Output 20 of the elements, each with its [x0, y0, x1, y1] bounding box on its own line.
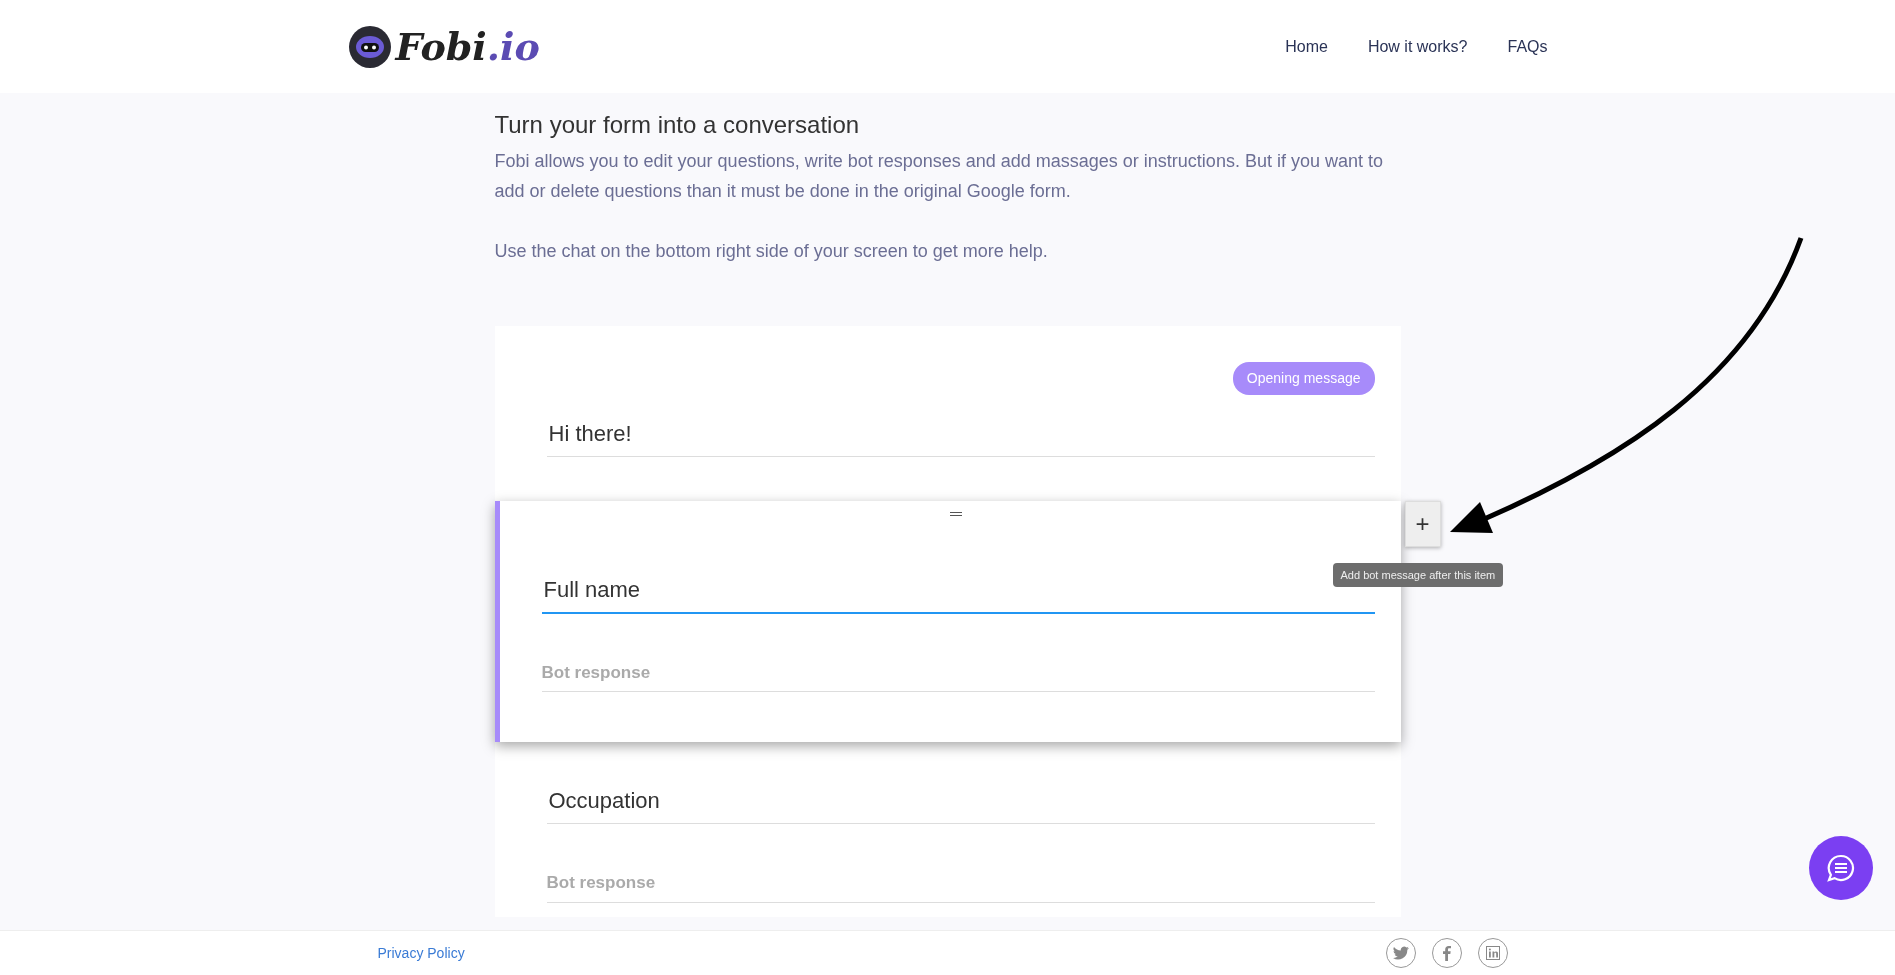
bot-response-input[interactable]: Bot response [546, 864, 1375, 903]
logo-text[interactable]: Fobi.io [395, 27, 540, 66]
nav-link[interactable]: FAQs [1507, 34, 1548, 59]
nav-link[interactable]: Home [1285, 34, 1328, 59]
intro-paragraph: Use the chat on the bottom right side of your screen to get more help. [494, 239, 1049, 263]
page-title: Turn your form into a conversation [494, 111, 861, 140]
drag-handle-icon[interactable] [950, 510, 962, 517]
form-item-card[interactable]: Occupation Bot response [494, 742, 1401, 917]
message-input[interactable]: Hi there! [546, 410, 1375, 457]
nav-link[interactable]: How it works? [1367, 34, 1468, 59]
form-item-card[interactable]: Opening message Hi there! [494, 325, 1401, 501]
add-button[interactable]: + [1404, 500, 1441, 547]
bot-response-input[interactable]: Bot response [541, 653, 1375, 693]
privacy-policy-link[interactable]: Privacy Policy [377, 942, 465, 964]
chat-icon [1826, 853, 1856, 883]
logo-icon [347, 24, 392, 69]
question-input[interactable]: Occupation [546, 778, 1375, 825]
intro-paragraph: Fobi allows you to edit your questions, write bot responses and add massages or instructions. But if you want to add or delete questions than it must be done in the original Google form. [494, 149, 1384, 203]
opening-message-tag: Opening message [1232, 361, 1375, 395]
tooltip: Add bot message after this item [1332, 562, 1504, 588]
